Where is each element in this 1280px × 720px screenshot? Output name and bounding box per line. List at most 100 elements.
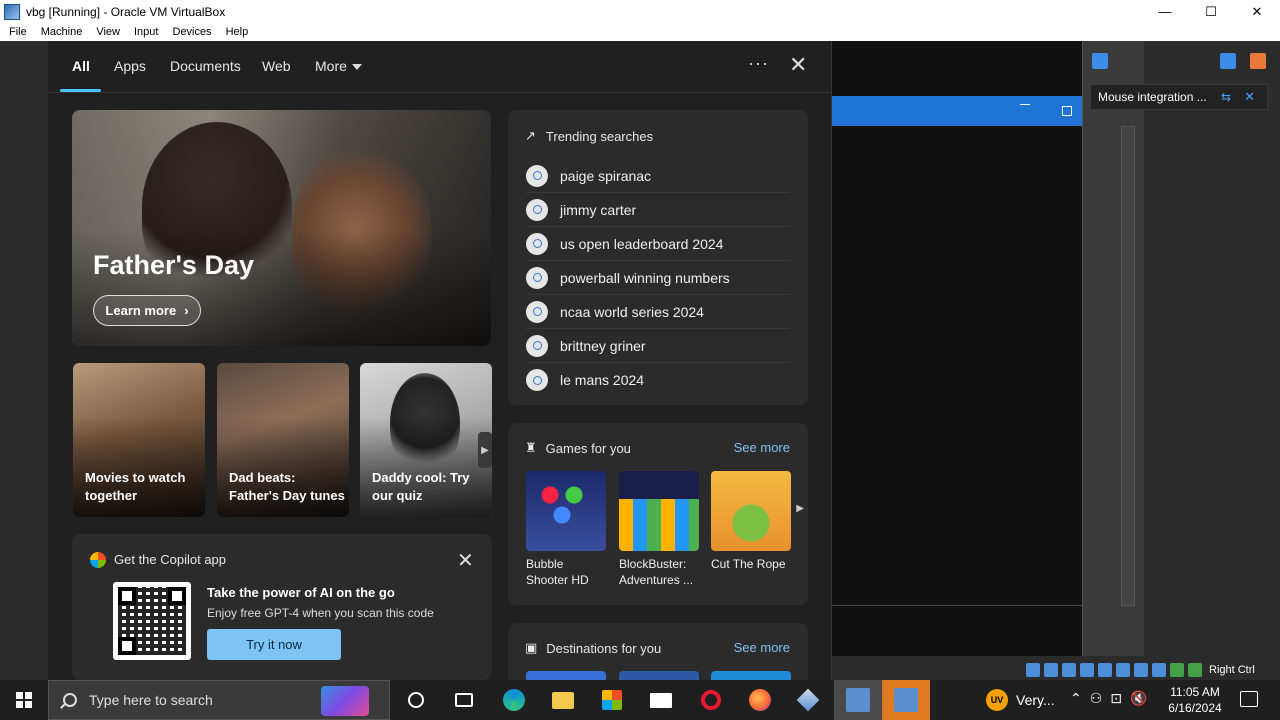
destination-thumb[interactable]	[619, 671, 699, 680]
menu-file[interactable]: File	[4, 26, 32, 38]
learn-more-button[interactable]: Learn more ›	[93, 295, 201, 326]
task-view-icon[interactable]	[452, 688, 476, 712]
game-tile[interactable]: BlockBuster: Adventures ...	[619, 471, 699, 588]
background-panel	[1082, 41, 1144, 656]
copilot-title: Get the Copilot app	[114, 552, 227, 567]
bg-minimize-icon[interactable]	[1020, 104, 1030, 105]
close-flyout-icon[interactable]: ✕	[789, 52, 807, 78]
usb-icon[interactable]	[1098, 663, 1112, 677]
tab-more[interactable]: More	[315, 58, 362, 74]
edge-icon[interactable]	[502, 688, 526, 712]
recording-icon[interactable]	[1152, 663, 1166, 677]
firefox-icon[interactable]	[748, 688, 772, 712]
shared-folder-icon[interactable]	[1116, 663, 1130, 677]
trending-text: le mans 2024	[560, 372, 645, 388]
menu-help[interactable]: Help	[221, 26, 254, 38]
trending-item[interactable]: brittney griner	[526, 329, 790, 363]
cards-next-icon[interactable]: ▶	[478, 432, 492, 468]
games-next-icon[interactable]: ▶	[796, 503, 804, 514]
trending-item[interactable]: us open leaderboard 2024	[526, 227, 790, 261]
trending-icon: ↗	[525, 128, 536, 143]
folder-shape	[552, 691, 574, 709]
destination-thumbnails	[526, 671, 792, 680]
window-title: vbg [Running] - Oracle VM VirtualBox	[26, 4, 226, 19]
search-icon	[526, 334, 548, 357]
copilot-subtext: Enjoy free GPT-4 when you scan this code	[207, 606, 434, 620]
notice-close-icon[interactable]: ✕	[1244, 89, 1255, 105]
card-dad-beats[interactable]: Dad beats: Father's Day tunes	[217, 363, 349, 517]
settings-icon[interactable]	[1250, 53, 1266, 69]
edge-logo	[503, 689, 525, 711]
tab-all[interactable]: All	[72, 58, 90, 74]
notification-center-icon[interactable]	[1240, 691, 1258, 707]
menu-devices[interactable]: Devices	[167, 26, 216, 38]
try-it-now-button[interactable]: Try it now	[207, 629, 341, 660]
taskbar-active-app[interactable]	[834, 680, 882, 720]
game-tile[interactable]: Cut The Rope	[711, 471, 791, 572]
more-options-icon[interactable]: ···	[748, 53, 769, 74]
mouse-icon[interactable]	[1188, 663, 1202, 677]
file-explorer-icon[interactable]	[551, 688, 575, 712]
destinations-see-more-link[interactable]: See more	[734, 640, 790, 655]
card-movies[interactable]: Movies to watch together	[73, 363, 205, 517]
mail-icon[interactable]	[649, 688, 673, 712]
card-daddy-cool[interactable]: Daddy cool: Try our quiz	[360, 363, 492, 517]
background-window-titlebar[interactable]	[832, 96, 1082, 126]
destination-thumb[interactable]	[711, 671, 791, 680]
audio-icon[interactable]	[1062, 663, 1076, 677]
destination-thumb[interactable]	[526, 671, 606, 680]
card-label: Daddy cool: Try our quiz	[372, 470, 470, 503]
vb-status-bar: Right Ctrl	[1022, 660, 1280, 680]
cortana-icon[interactable]	[404, 688, 428, 712]
mouse-integration-notice[interactable]: Mouse integration ... ⇆ ✕	[1090, 84, 1268, 110]
firefox-logo	[749, 689, 771, 711]
tab-apps[interactable]: Apps	[114, 58, 146, 74]
hdd-icon[interactable]	[1026, 663, 1040, 677]
opera-icon[interactable]	[699, 688, 723, 712]
trending-item[interactable]: le mans 2024	[526, 363, 790, 397]
sort-icon[interactable]	[1220, 53, 1236, 69]
tab-web[interactable]: Web	[262, 58, 291, 74]
network-tray-icon[interactable]: ⊡	[1110, 690, 1122, 707]
taskbar-search-box[interactable]: Type here to search	[48, 680, 390, 720]
weather-widget[interactable]: UV Very...	[986, 689, 1055, 711]
close-button[interactable]: ✕	[1234, 0, 1280, 23]
network-icon[interactable]	[1080, 663, 1094, 677]
menu-view[interactable]: View	[91, 26, 125, 38]
volume-muted-icon[interactable]: 🔇	[1130, 690, 1147, 707]
background-scrollbar[interactable]	[1121, 126, 1135, 606]
optical-icon[interactable]	[1044, 663, 1058, 677]
hero-card[interactable]: Father's Day Learn more ›	[72, 110, 491, 346]
start-button[interactable]	[0, 680, 48, 720]
menu-machine[interactable]: Machine	[36, 26, 88, 38]
suitcase-icon: ▣	[525, 640, 538, 655]
taskbar-clock[interactable]: 11:05 AM 6/16/2024	[1160, 684, 1230, 716]
trending-item[interactable]: jimmy carter	[526, 193, 790, 227]
chevron-up-icon[interactable]: ⌃	[1070, 690, 1082, 707]
trending-item[interactable]: ncaa world series 2024	[526, 295, 790, 329]
copilot-close-icon[interactable]: ✕	[457, 548, 474, 573]
bg-maximize-icon[interactable]	[1062, 106, 1072, 116]
clock-time: 11:05 AM	[1170, 685, 1220, 699]
games-see-more-link[interactable]: See more	[734, 440, 790, 455]
store-icon[interactable]	[600, 688, 624, 712]
virtualbox-taskbar-icon[interactable]	[796, 688, 820, 712]
game-tile[interactable]: Bubble Shooter HD	[526, 471, 606, 588]
game-thumbnail	[619, 471, 699, 551]
trending-item[interactable]: powerball winning numbers	[526, 261, 790, 295]
maximize-button[interactable]: ☐	[1188, 0, 1234, 23]
destinations-title: Destinations for you	[546, 640, 662, 656]
envelope-shape	[650, 692, 672, 708]
trending-text: ncaa world series 2024	[560, 303, 704, 320]
taskbar-vm-app[interactable]	[882, 680, 930, 720]
minimize-button[interactable]: —	[1142, 0, 1188, 23]
trending-item[interactable]: paige spiranac	[526, 159, 790, 193]
tab-documents[interactable]: Documents	[170, 58, 241, 74]
display-icon[interactable]	[1134, 663, 1148, 677]
tray-app-icon[interactable]: ⚇	[1090, 690, 1103, 707]
menu-bar: File Machine View Input Devices Help	[0, 23, 1280, 41]
notice-info-icon[interactable]: ⇆	[1221, 90, 1231, 104]
pin-icon[interactable]	[1092, 53, 1108, 69]
menu-input[interactable]: Input	[129, 26, 163, 38]
cpu-icon[interactable]	[1170, 663, 1184, 677]
